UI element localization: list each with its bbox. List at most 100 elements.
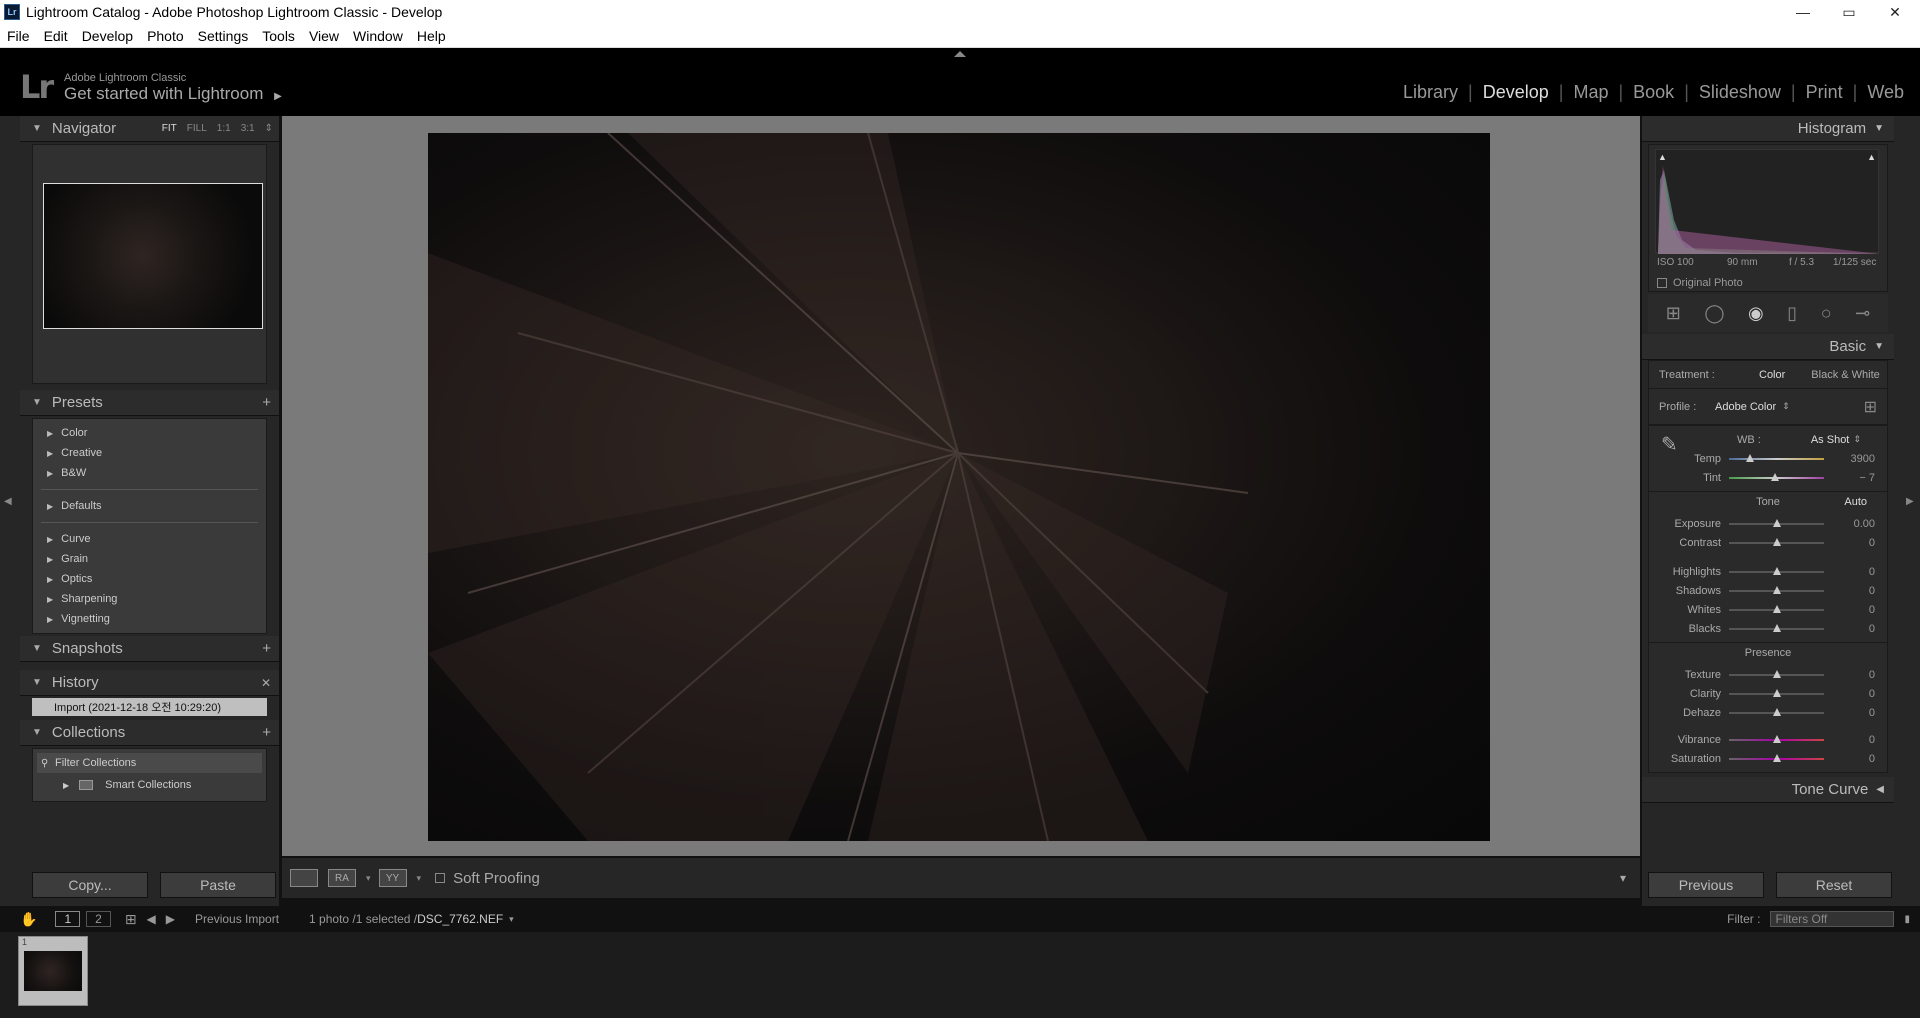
wb-select[interactable]: As Shot [1811, 434, 1850, 446]
preset-group[interactable]: ▶ Color [33, 423, 266, 443]
slider-value[interactable]: 0 [1869, 734, 1875, 746]
module-library[interactable]: Library [1393, 82, 1468, 103]
dropdown-arrow-icon[interactable]: ▾ [366, 873, 371, 884]
slider-value[interactable]: 0 [1869, 707, 1875, 719]
snapshots-header[interactable]: ▼ Snapshots + [20, 636, 279, 662]
contrast-slider[interactable] [1729, 537, 1824, 546]
module-develop[interactable]: Develop [1473, 82, 1559, 103]
clear-history-icon[interactable]: ✕ [261, 676, 271, 690]
slider-thumb[interactable] [1772, 623, 1781, 632]
menu-file[interactable]: File [0, 28, 37, 44]
slider-value[interactable]: 0 [1869, 566, 1875, 578]
preset-group[interactable]: ▶ Curve [33, 529, 266, 549]
preset-group[interactable]: ▶ Creative [33, 443, 266, 463]
slider-value[interactable]: 0 [1869, 688, 1875, 700]
highlights-slider[interactable] [1729, 566, 1824, 575]
left-panel-edge[interactable]: ◀ [0, 116, 20, 906]
profile-browser-icon[interactable]: ⊞ [1864, 397, 1877, 417]
menu-view[interactable]: View [302, 28, 346, 44]
before-after-ra-icon[interactable]: RA [328, 869, 356, 887]
preset-group[interactable]: ▶ B&W [33, 463, 266, 483]
spot-removal-icon[interactable]: ◯ [1704, 303, 1724, 324]
filename-dropdown-icon[interactable]: ▾ [509, 914, 514, 925]
treatment-color[interactable]: Color [1759, 369, 1785, 381]
add-preset-icon[interactable]: + [262, 394, 271, 411]
preset-group[interactable]: ▶ Grain [33, 549, 266, 569]
module-slideshow[interactable]: Slideshow [1689, 82, 1791, 103]
toolbar-menu-icon[interactable]: ▾ [1620, 871, 1626, 885]
wb-updown-icon[interactable]: ⇕ [1853, 434, 1861, 445]
top-panel-toggle-icon[interactable] [954, 51, 966, 57]
menu-photo[interactable]: Photo [140, 28, 191, 44]
dehaze-slider[interactable] [1729, 707, 1824, 716]
left-collapse-icon[interactable]: ◀ [4, 496, 12, 507]
crop-tool-icon[interactable]: ⊞ [1666, 303, 1681, 324]
soft-proofing-checkbox[interactable] [435, 873, 446, 883]
back-arrow-icon[interactable]: ◀ [147, 912, 156, 926]
slider-thumb[interactable] [1772, 734, 1781, 743]
get-started-link[interactable]: Get started with Lightroom ▶ [64, 84, 282, 104]
menu-edit[interactable]: Edit [37, 28, 75, 44]
slider-thumb[interactable] [1772, 585, 1781, 594]
navigator-preview[interactable] [32, 144, 267, 384]
slider-thumb[interactable] [1770, 472, 1779, 481]
close-button[interactable]: ✕ [1872, 0, 1918, 24]
shadow-clipping-icon[interactable]: ▲ [1658, 152, 1667, 162]
navigator-header[interactable]: ▼ Navigator FIT FILL 1:1 3:1 ⇕ [20, 116, 279, 142]
shadows-slider[interactable] [1729, 585, 1824, 594]
blacks-slider[interactable] [1729, 623, 1824, 632]
right-panel-edge[interactable]: ▶ [1894, 116, 1920, 906]
graduated-filter-icon[interactable]: ▯ [1787, 303, 1797, 324]
preset-group[interactable]: ▶ Optics [33, 569, 266, 589]
slider-value[interactable]: 0.00 [1854, 518, 1875, 530]
loupe-view-icon[interactable] [290, 869, 318, 887]
previous-button[interactable]: Previous [1648, 872, 1764, 898]
original-photo-checkbox[interactable] [1657, 278, 1667, 288]
profile-updown-icon[interactable]: ⇕ [1782, 401, 1790, 412]
photo-canvas[interactable] [282, 116, 1640, 856]
slider-value[interactable]: 3900 [1851, 453, 1875, 465]
slider-thumb[interactable] [1772, 753, 1781, 762]
filter-select[interactable]: Filters Off [1770, 911, 1895, 927]
history-header[interactable]: ▼ History ✕ [20, 670, 279, 696]
module-book[interactable]: Book [1623, 82, 1684, 103]
page-2-button[interactable]: 2 [86, 911, 111, 927]
auto-button[interactable]: Auto [1844, 496, 1867, 508]
preset-group[interactable]: ▶ Sharpening [33, 589, 266, 609]
paste-button[interactable]: Paste [160, 872, 276, 898]
menu-develop[interactable]: Develop [75, 28, 140, 44]
tone-curve-header[interactable]: Tone Curve ◀ [1642, 777, 1894, 803]
exposure-slider[interactable] [1729, 518, 1824, 527]
filter-collections-input[interactable]: ⚲ Filter Collections [37, 753, 262, 773]
slider-thumb[interactable] [1772, 669, 1781, 678]
copy-button[interactable]: Copy... [32, 872, 148, 898]
page-1-button[interactable]: 1 [55, 911, 81, 927]
preset-group[interactable]: ▶ Defaults [33, 496, 266, 516]
menu-settings[interactable]: Settings [191, 28, 256, 44]
slider-thumb[interactable] [1772, 604, 1781, 613]
histogram-header[interactable]: Histogram ▼ [1642, 116, 1894, 142]
basic-header[interactable]: Basic ▼ [1642, 334, 1894, 360]
menu-tools[interactable]: Tools [255, 28, 302, 44]
add-collection-icon[interactable]: + [262, 724, 271, 741]
smart-collections-item[interactable]: ▶ Smart Collections [37, 773, 262, 797]
temp-slider[interactable] [1729, 453, 1824, 462]
right-collapse-icon[interactable]: ▶ [1906, 496, 1914, 507]
maximize-button[interactable]: ▭ [1826, 0, 1872, 24]
minimize-button[interactable]: — [1780, 0, 1826, 24]
filmstrip-thumbnail[interactable]: 1 [18, 936, 88, 1006]
tint-slider[interactable] [1729, 472, 1824, 481]
photo-preview[interactable] [428, 133, 1490, 841]
histogram-graph[interactable]: ▲ ▲ [1655, 149, 1880, 254]
red-eye-icon[interactable]: ◉ [1748, 303, 1764, 324]
profile-select[interactable]: Adobe Color [1715, 401, 1776, 413]
presets-header[interactable]: ▼ Presets + [20, 390, 279, 416]
slider-value[interactable]: 0 [1869, 604, 1875, 616]
slider-thumb[interactable] [1772, 688, 1781, 697]
filename[interactable]: DSC_7762.NEF [417, 912, 503, 926]
zoom-3-1[interactable]: 3:1 [241, 123, 255, 134]
add-snapshot-icon[interactable]: + [262, 640, 271, 657]
slider-value[interactable]: 0 [1869, 669, 1875, 681]
slider-thumb[interactable] [1772, 566, 1781, 575]
filter-lock-icon[interactable]: ▮ [1904, 914, 1910, 925]
